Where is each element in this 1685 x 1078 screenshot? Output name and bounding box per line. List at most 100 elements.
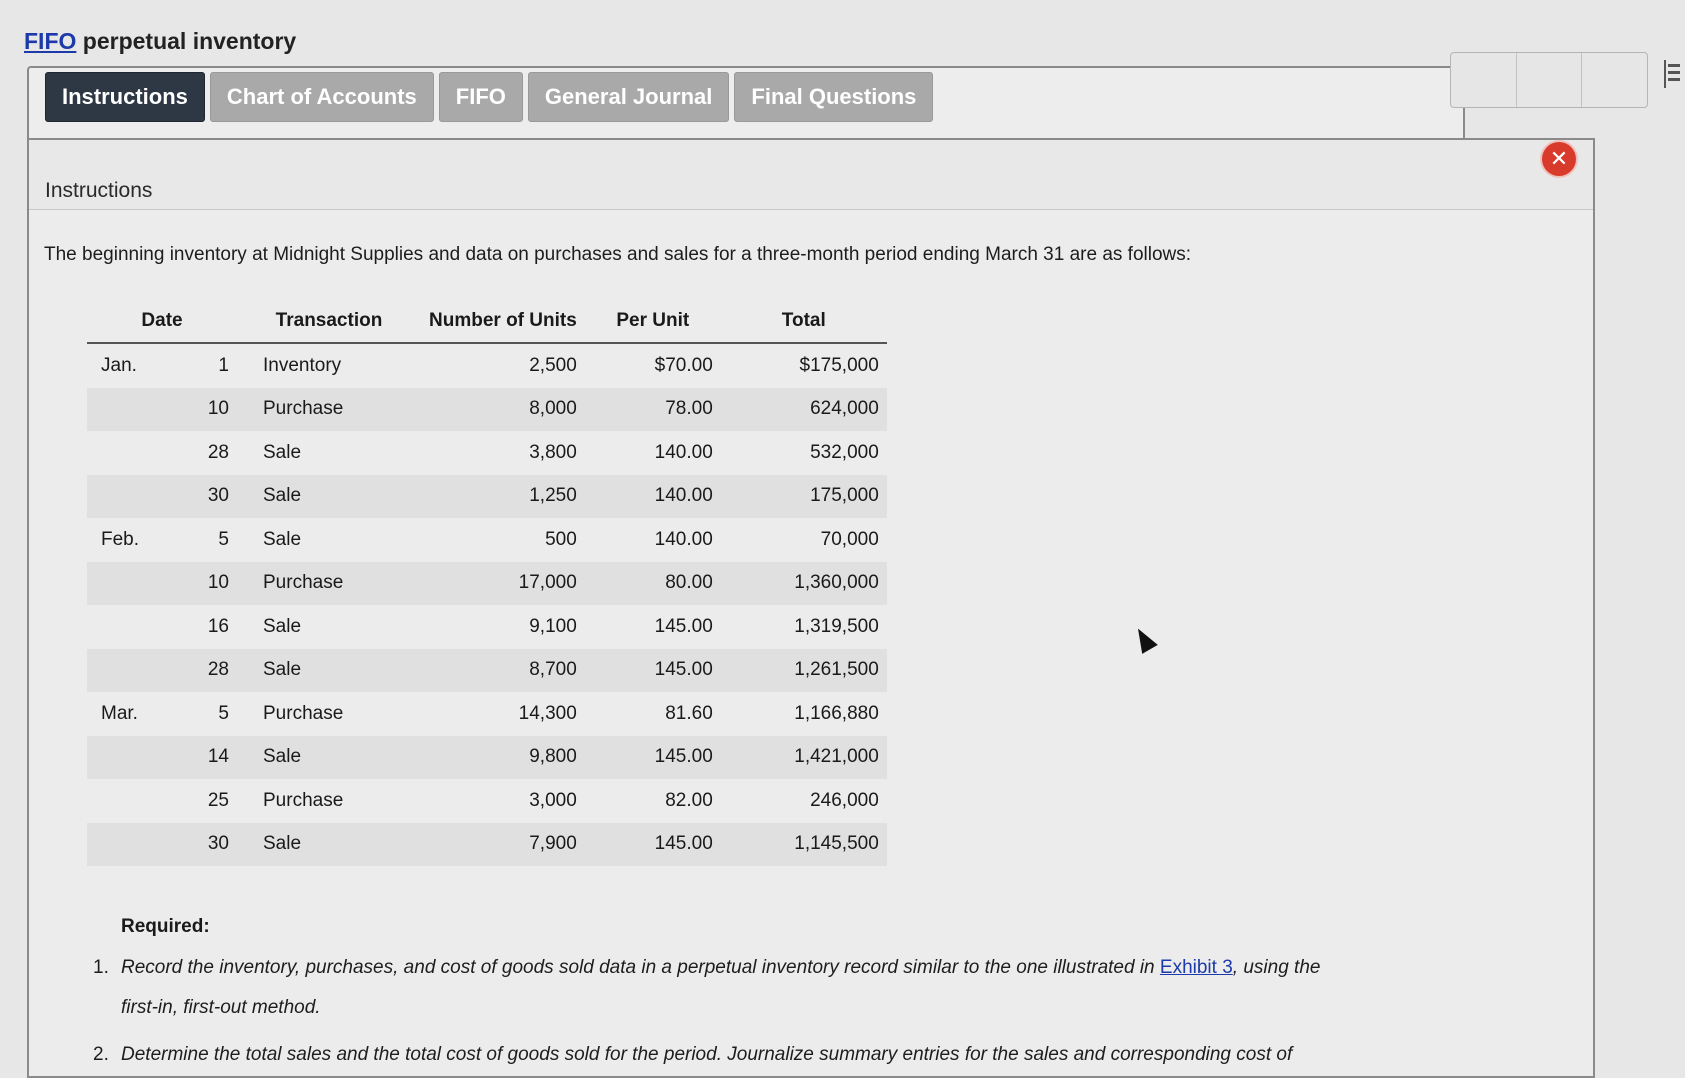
cell-total: 1,319,500 [794,615,879,637]
table-row: 28 Sale 3,800 140.00 532,000 [87,431,887,475]
tab-chart-of-accounts[interactable]: Chart of Accounts [209,72,434,122]
menu-icon[interactable] [1664,60,1680,88]
cell-units: 3,800 [529,441,577,463]
toolbar-box[interactable] [1451,53,1517,107]
cell-month [87,561,191,605]
table-row: Feb. 5 Sale 500 140.00 70,000 [87,518,887,562]
cell-transaction: Sale [263,615,302,637]
table-row: Jan. 1 Inventory 2,500 $70.00 $175,000 [87,343,887,388]
cell-total: $175,000 [799,354,879,376]
cell-per-unit: 78.00 [584,387,721,431]
cell-transaction: Sale [237,474,421,518]
tab-general-journal[interactable]: General Journal [527,72,730,122]
cell-units: 9,100 [529,615,577,637]
item-text: Determine the total sales and the total … [121,1044,1293,1065]
cell-transaction: Purchase [263,702,344,724]
table-row: 16 Sale 9,100 145.00 1,319,500 [87,605,887,649]
cell-transaction: Sale [237,822,421,866]
table-row: 30 Sale 7,900 145.00 1,145,500 [87,822,887,866]
table-row: 25 Purchase 3,000 82.00 246,000 [87,779,887,823]
tab-final-questions[interactable]: Final Questions [734,72,934,122]
cell-month [87,387,191,431]
required-label: Required: [121,916,210,937]
cell-total: 1,166,880 [794,702,879,724]
cell-day: 10 [191,387,237,431]
cell-per-unit: 145.00 [584,822,721,866]
cell-total: 246,000 [810,789,879,811]
item-text: , using the [1232,957,1321,978]
cell-month [87,474,191,518]
cell-units: 3,000 [529,789,577,811]
cell-per-unit: 140.00 [654,528,713,550]
header-date: Date [87,308,237,344]
cell-day: 30 [191,474,237,518]
cell-month: Jan. [101,354,137,376]
cell-transaction: Sale [237,648,421,692]
cell-units: 2,500 [529,354,577,376]
tab-bar: Instructions Chart of Accounts FIFO Gene… [45,72,934,122]
cell-month [87,605,191,649]
cell-total: 1,360,000 [720,561,887,605]
table-row: 10 Purchase 17,000 80.00 1,360,000 [87,561,887,605]
tab-fifo[interactable]: FIFO [438,72,523,122]
exhibit-3-link[interactable]: Exhibit 3 [1160,957,1233,978]
cell-month [87,648,191,692]
cell-day: 28 [191,648,237,692]
cell-day: 1 [218,354,229,376]
item-number: 2. [93,1044,109,1065]
cell-transaction: Purchase [237,561,421,605]
cell-transaction: Sale [263,528,302,550]
close-button[interactable]: ✕ [1542,142,1576,176]
cell-transaction: Sale [263,441,302,463]
cell-month [87,431,191,475]
table-body: Jan. 1 Inventory 2,500 $70.00 $175,000 10 Purch… [87,343,887,866]
cell-units: 9,800 [421,735,585,779]
tab-instructions[interactable]: Instructions [45,72,205,122]
cell-day: 25 [207,789,229,811]
cell-per-unit: 145.00 [584,735,721,779]
cell-transaction: Inventory [263,354,342,376]
cell-month: Feb. [101,528,140,550]
cell-per-unit: 140.00 [654,441,713,463]
cell-units: 17,000 [421,561,585,605]
cell-day: 5 [218,702,229,724]
toolbar-box[interactable] [1582,53,1647,107]
cell-per-unit: 80.00 [584,561,721,605]
panel-header: Instructions [29,140,1593,210]
cell-total: 1,421,000 [720,735,887,779]
table-row: 14 Sale 9,800 145.00 1,421,000 [87,735,887,779]
cell-units: 14,300 [518,702,577,724]
cell-per-unit: $70.00 [654,354,713,376]
table-row: Mar. 5 Purchase 14,300 81.60 1,166,880 [87,692,887,736]
table-row: 28 Sale 8,700 145.00 1,261,500 [87,648,887,692]
cell-month [87,735,191,779]
cell-units: 8,700 [421,648,585,692]
cell-units: 8,000 [421,387,585,431]
required-item-1: 1. Record the inventory, purchases, and c… [93,957,1321,979]
page-title-link[interactable]: FIFO [24,28,76,54]
item-number: 1. [93,957,109,978]
cell-units: 1,250 [421,474,585,518]
cell-total: 532,000 [810,441,879,463]
page-title-text: perpetual inventory [76,28,297,54]
header-total: Total [720,308,887,344]
cell-month [87,822,191,866]
page-title: FIFO perpetual inventory [24,28,296,55]
cell-transaction: Purchase [237,387,421,431]
cell-per-unit: 140.00 [584,474,721,518]
cell-total: 175,000 [720,474,887,518]
required-item-2: 2. Determine the total sales and the tota… [93,1044,1293,1066]
cell-per-unit: 145.00 [654,615,713,637]
cell-day: 28 [207,441,229,463]
cell-day: 5 [218,528,229,550]
table-row: 30 Sale 1,250 140.00 175,000 [87,474,887,518]
inventory-table: Date Transaction Number of Units Per Uni… [87,308,887,866]
cell-per-unit: 145.00 [584,648,721,692]
cell-total: 1,145,500 [720,822,887,866]
toolbar-box[interactable] [1517,53,1583,107]
item-text: Record the inventory, purchases, and cos… [121,957,1160,978]
cell-units: 500 [545,528,577,550]
cell-total: 70,000 [820,528,879,550]
cell-total: 1,261,500 [720,648,887,692]
cell-day: 30 [191,822,237,866]
